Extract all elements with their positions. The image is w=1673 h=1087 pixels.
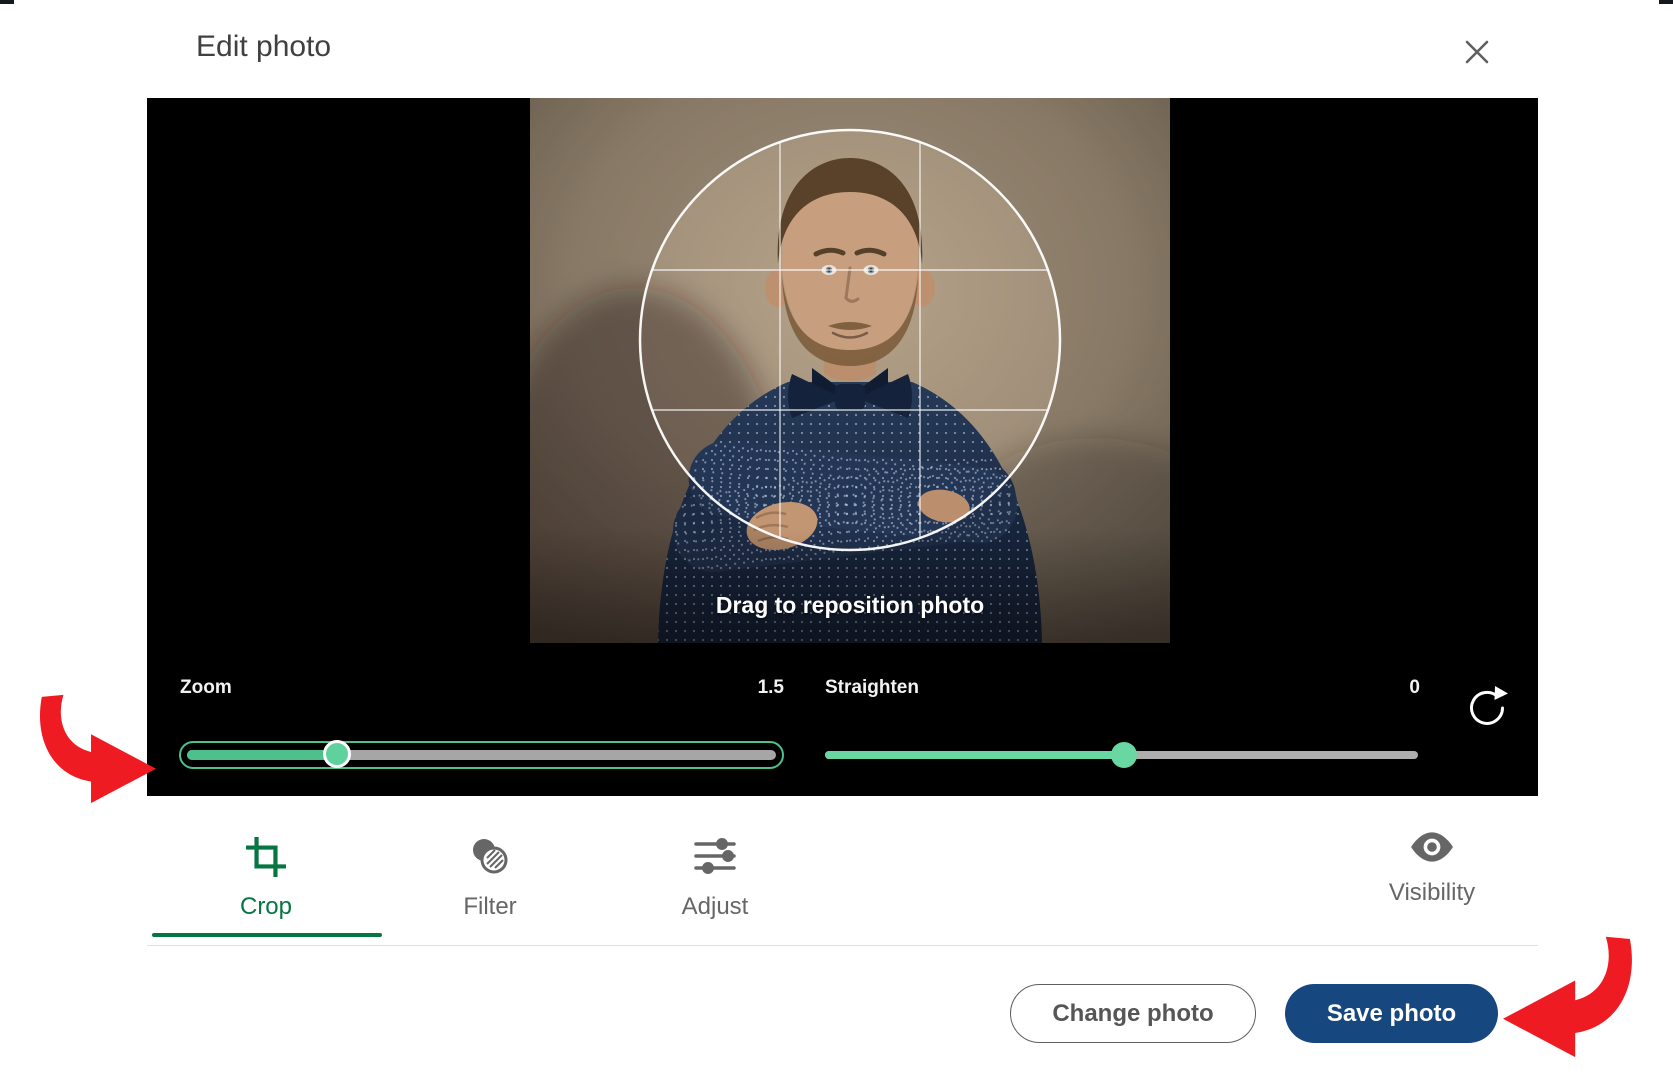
zoom-slider-track[interactable] — [187, 750, 776, 760]
screen-edge-artifact — [0, 0, 14, 4]
active-tab-indicator — [152, 933, 382, 937]
close-icon — [1459, 58, 1495, 73]
footer-divider — [147, 945, 1538, 946]
tab-visibility[interactable]: Visibility — [1352, 830, 1512, 907]
reset-icon — [1464, 718, 1510, 733]
photo-canvas[interactable] — [530, 98, 1170, 643]
straighten-slider-fill — [825, 751, 1124, 759]
zoom-value: 1.5 — [664, 677, 784, 699]
adjust-icon — [635, 836, 795, 883]
screen-edge-artifact — [1659, 0, 1673, 4]
crop-icon — [186, 836, 346, 883]
zoom-label: Zoom — [180, 677, 232, 699]
tab-filter[interactable]: Filter — [410, 836, 570, 921]
drag-hint: Drag to reposition photo — [530, 592, 1170, 619]
zoom-slider-fill — [187, 750, 337, 760]
filter-icon — [410, 836, 570, 883]
tab-adjust-label: Adjust — [635, 893, 795, 921]
red-arrow-left — [30, 694, 156, 811]
tab-crop-label: Crop — [186, 893, 346, 921]
straighten-value: 0 — [1300, 677, 1420, 699]
zoom-slider-thumb[interactable] — [323, 740, 351, 768]
profile-photo — [530, 98, 1170, 643]
change-photo-button[interactable]: Change photo — [1010, 984, 1256, 1043]
straighten-slider-thumb[interactable] — [1111, 742, 1137, 768]
eye-icon — [1352, 830, 1512, 869]
tab-visibility-label: Visibility — [1352, 879, 1512, 907]
zoom-slider[interactable] — [179, 741, 784, 769]
straighten-label: Straighten — [825, 677, 919, 699]
dialog-title: Edit photo — [196, 30, 331, 64]
tab-crop[interactable]: Crop — [186, 836, 346, 921]
tab-filter-label: Filter — [410, 893, 570, 921]
save-photo-button[interactable]: Save photo — [1285, 984, 1498, 1043]
close-button[interactable] — [1457, 33, 1497, 73]
reset-button[interactable] — [1461, 682, 1513, 734]
tab-adjust[interactable]: Adjust — [635, 836, 795, 921]
edit-photo-dialog: Edit photo — [0, 0, 1673, 1087]
red-arrow-right — [1503, 936, 1643, 1065]
